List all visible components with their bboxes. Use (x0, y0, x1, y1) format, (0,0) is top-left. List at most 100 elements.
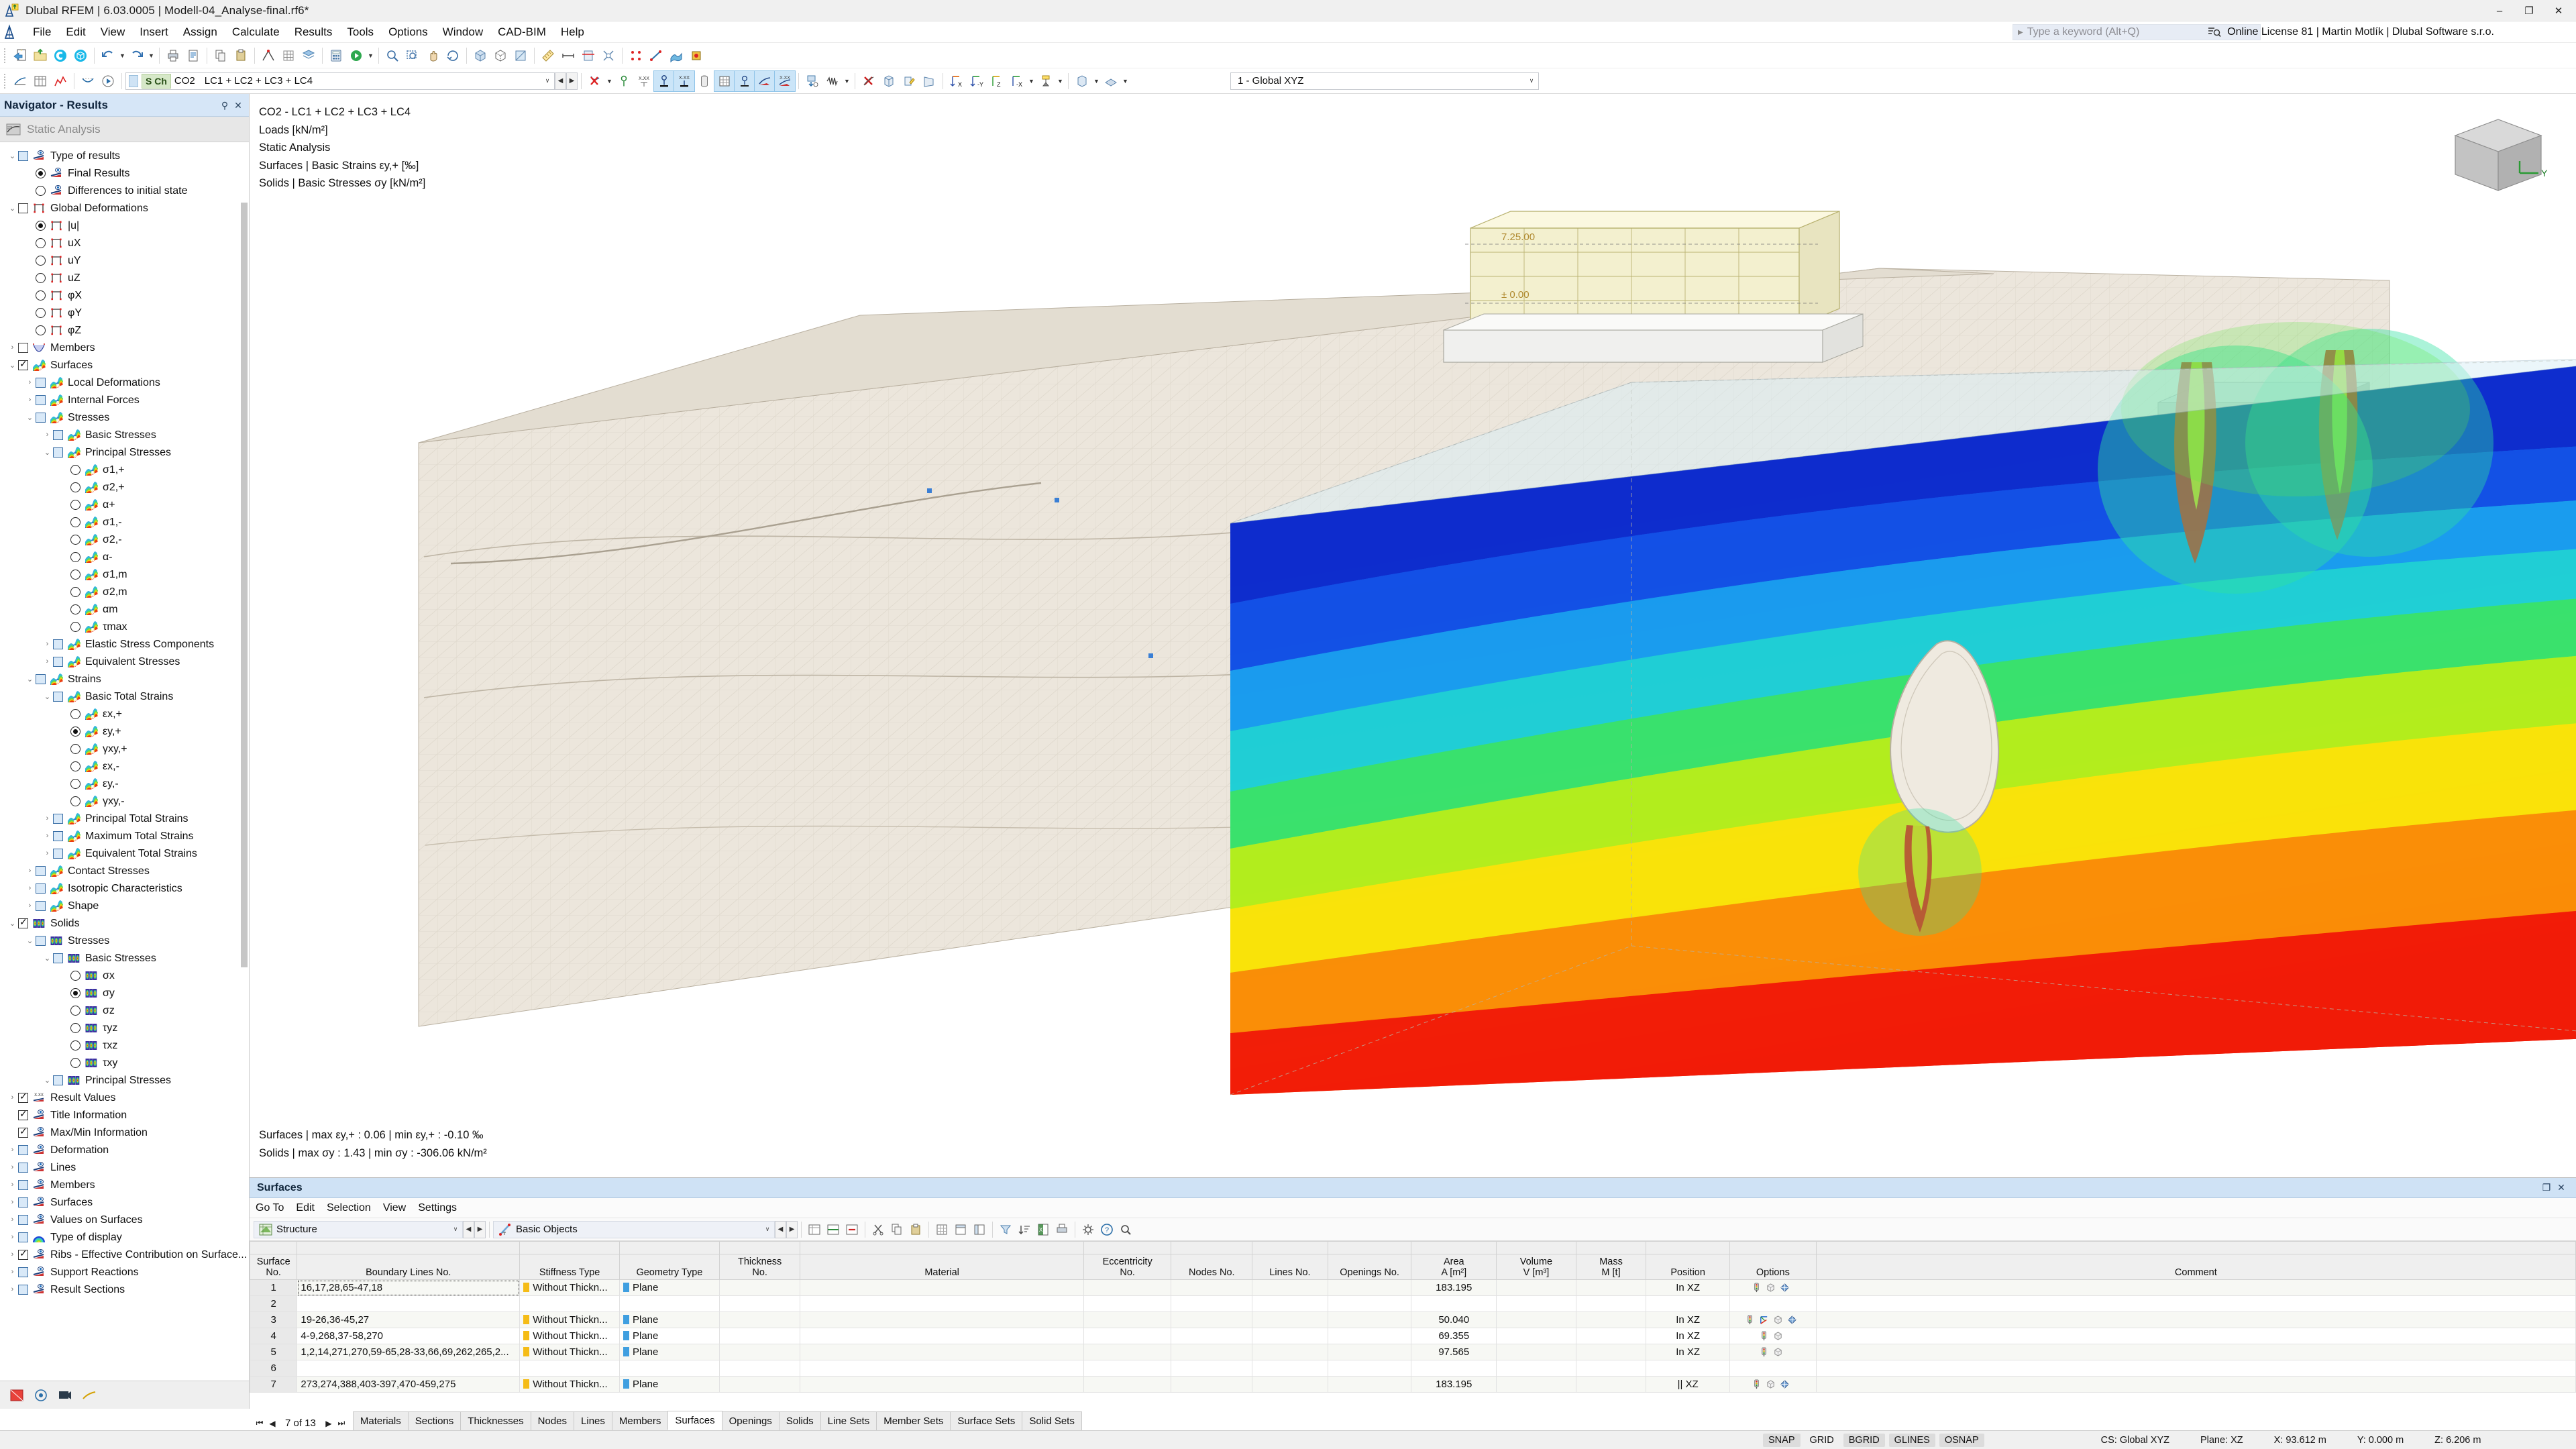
section-button[interactable] (578, 46, 598, 66)
tree-item-node-23[interactable]: α- (0, 548, 249, 566)
cell-geometry-type[interactable]: Plane (619, 1311, 720, 1328)
table-row[interactable]: 5 1,2,14,271,270,59-65,28-33,66,69,262,26… (250, 1344, 2576, 1360)
cell-options[interactable] (1729, 1376, 1817, 1393)
toolbar2-grip[interactable] (3, 72, 7, 90)
sheet-tab-solid-sets[interactable]: Solid Sets (1022, 1411, 1082, 1430)
cell-surface-no[interactable]: 2 (250, 1295, 298, 1312)
zoom-all-button[interactable] (382, 46, 402, 66)
toolbar-grip[interactable] (3, 46, 7, 64)
load-case-combo[interactable]: S Ch CO2 LC1 + LC2 + LC3 + LC4 ∨ (125, 72, 555, 90)
chevron-right-icon[interactable]: › (24, 884, 36, 892)
tree-radio[interactable] (70, 726, 80, 737)
run-analysis-button[interactable] (346, 46, 366, 66)
printout-report-button[interactable] (183, 46, 203, 66)
cell-boundary-lines[interactable]: 16,17,28,65-47,18 (297, 1279, 521, 1296)
tree-checkbox[interactable] (18, 1232, 28, 1242)
tree-radio[interactable] (70, 621, 80, 632)
cell-comment[interactable] (1815, 1279, 2576, 1296)
tree-checkbox[interactable] (53, 953, 63, 963)
cell-stiffness-type[interactable]: Without Thickn... (519, 1344, 620, 1360)
cell-eccentricity-no[interactable] (1083, 1344, 1172, 1360)
view-plane-button[interactable] (1101, 71, 1121, 91)
table-menu-settings[interactable]: Settings (412, 1200, 463, 1216)
tree-item-ux[interactable]: uX (0, 234, 249, 252)
tree-radio[interactable] (70, 796, 80, 806)
cell-thickness-no[interactable] (718, 1344, 801, 1360)
table-insert-row-button[interactable] (824, 1220, 843, 1239)
status-toggle-bgrid[interactable]: BGRID (1843, 1433, 1885, 1447)
cell-lines-no[interactable] (1252, 1295, 1328, 1312)
tree-checkbox[interactable] (18, 916, 28, 928)
tree-radio[interactable] (70, 1022, 80, 1033)
view-plane-dropdown-icon[interactable]: ▼ (1121, 71, 1130, 91)
pager-last-button[interactable]: ⏭ (337, 1418, 346, 1428)
view-box-button[interactable] (1072, 71, 1092, 91)
cell-surface-no[interactable]: 4 (250, 1328, 298, 1344)
structure-next-button[interactable]: ▶ (474, 1220, 486, 1238)
tree-item-principal-total-strains[interactable]: › Principal Total Strains (0, 810, 249, 827)
results-on-off-button[interactable] (10, 71, 30, 91)
minimize-button[interactable]: – (2485, 1, 2514, 21)
zoom-window-button[interactable] (402, 46, 423, 66)
chevron-right-icon[interactable]: › (7, 1250, 18, 1258)
cell-options[interactable] (1729, 1344, 1817, 1360)
result-grid-values-button[interactable] (714, 70, 735, 92)
print-button[interactable] (163, 46, 183, 66)
tree-item-xy[interactable]: τxy (0, 1054, 249, 1071)
cell-thickness-no[interactable] (718, 1279, 801, 1296)
cell-geometry-type[interactable] (619, 1360, 720, 1377)
tree-checkbox[interactable] (18, 1267, 28, 1277)
table-print-button[interactable] (1053, 1220, 1071, 1239)
tree-item-equivalent-total-strains[interactable]: › Equivalent Total Strains (0, 845, 249, 862)
tree-item-xy[interactable]: γxy,+ (0, 740, 249, 757)
cell-thickness-no[interactable] (718, 1360, 801, 1377)
cell-openings-no[interactable] (1327, 1360, 1412, 1377)
cell-options[interactable] (1729, 1328, 1817, 1344)
cell-geometry-type[interactable]: Plane (619, 1344, 720, 1360)
tree-item-internal-forces[interactable]: › Internal Forces (0, 391, 249, 409)
table-search-button[interactable] (1116, 1220, 1135, 1239)
load-case-prev-button[interactable]: ◀ (555, 72, 566, 90)
chevron-right-icon[interactable]: › (7, 1146, 18, 1154)
cell-volume[interactable] (1496, 1279, 1576, 1296)
tree-radio[interactable] (70, 517, 80, 527)
cell-area[interactable]: 183.195 (1411, 1279, 1497, 1296)
tree-radio[interactable] (36, 307, 46, 318)
tree-item-z[interactable]: φZ (0, 321, 249, 339)
tree-radio[interactable] (70, 970, 80, 981)
table-settings-button[interactable] (1079, 1220, 1097, 1239)
tree-radio[interactable] (70, 761, 80, 771)
tree-item-u[interactable]: |u| (0, 217, 249, 234)
cell-eccentricity-no[interactable] (1083, 1279, 1172, 1296)
chevron-right-icon[interactable]: › (7, 1198, 18, 1206)
cell-mass[interactable] (1575, 1344, 1647, 1360)
tree-item-x[interactable]: φX (0, 286, 249, 304)
chevron-down-icon[interactable]: ⌄ (24, 413, 36, 422)
chevron-right-icon[interactable]: › (7, 1268, 18, 1276)
tree-checkbox[interactable] (18, 1179, 28, 1190)
cell-boundary-lines[interactable]: 4-9,268,37-58,270 (297, 1328, 521, 1344)
view-box-dropdown-icon[interactable]: ▼ (1092, 71, 1101, 91)
chevron-down-icon[interactable]: ⌄ (24, 675, 36, 684)
new-model-button[interactable] (10, 46, 30, 66)
cell-surface-no[interactable]: 3 (250, 1311, 298, 1328)
view-solid-button[interactable] (879, 71, 899, 91)
close-button[interactable]: ✕ (2544, 1, 2573, 21)
column-header-area[interactable]: Area A [m²] (1411, 1254, 1497, 1280)
cell-options[interactable] (1729, 1295, 1817, 1312)
pager-first-button[interactable]: ⏮ (255, 1418, 264, 1428)
tree-item-x[interactable]: εx,+ (0, 705, 249, 722)
status-toggle-osnap[interactable]: OSNAP (1939, 1433, 1984, 1447)
chevron-right-icon[interactable]: › (24, 867, 36, 875)
menu-cad-bim[interactable]: CAD-BIM (490, 23, 553, 42)
cell-surface-no[interactable]: 5 (250, 1344, 298, 1360)
status-toggle-glines[interactable]: GLINES (1888, 1433, 1935, 1447)
model-cube-button[interactable] (70, 46, 91, 66)
cell-lines-no[interactable] (1252, 1328, 1328, 1344)
cell-options[interactable] (1729, 1311, 1817, 1328)
tree-item-equivalent-stresses[interactable]: › Equivalent Stresses (0, 653, 249, 670)
paste-button[interactable] (231, 46, 251, 66)
tree-item-support-reactions[interactable]: › Support Reactions (0, 1263, 249, 1281)
cell-area[interactable]: 69.355 (1411, 1328, 1497, 1344)
cell-comment[interactable] (1815, 1360, 2576, 1377)
